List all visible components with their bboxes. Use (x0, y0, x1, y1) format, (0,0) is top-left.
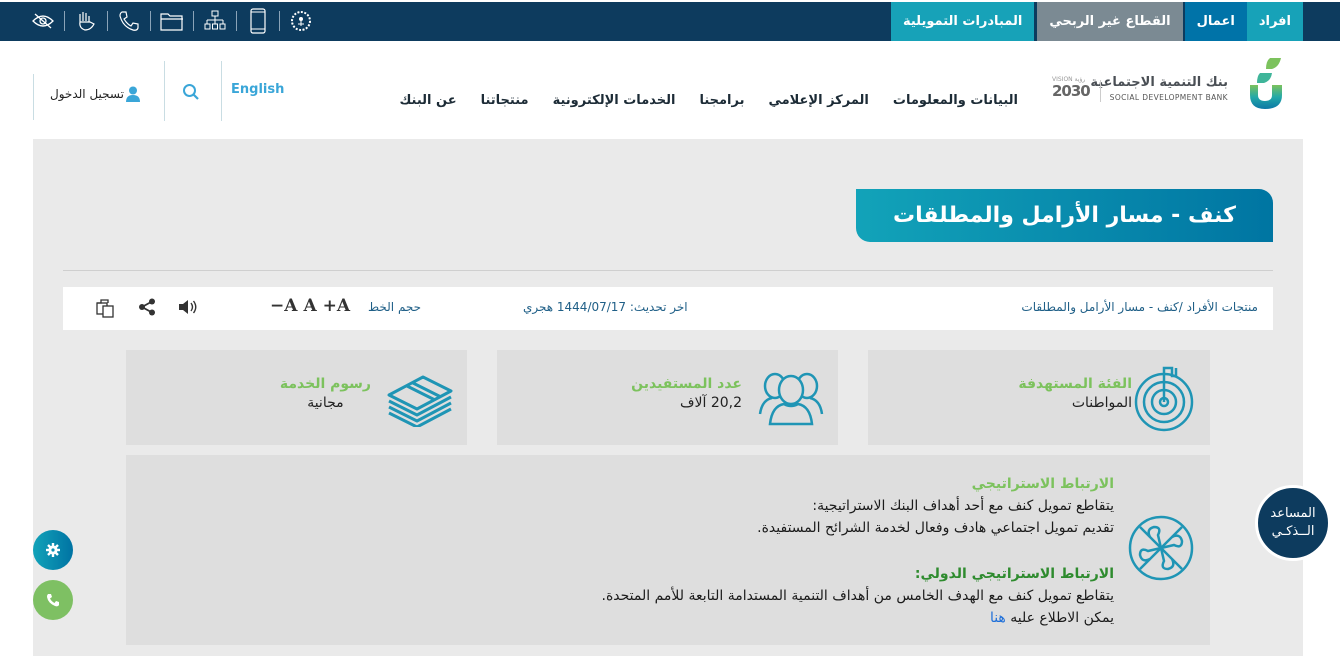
accessibility-hide-icon[interactable] (28, 6, 58, 36)
sitemap-icon[interactable] (200, 6, 230, 36)
font-normal-button[interactable]: A (303, 296, 316, 316)
assistant-label: المساعد (1270, 506, 1316, 521)
strategy-line: تقديم تمويل اجتماعي هادف وفعال لخدمة الش… (757, 520, 1114, 536)
nav-about[interactable]: عن البنك (399, 93, 456, 108)
search-icon (183, 84, 199, 100)
share-icon (139, 298, 155, 316)
font-size-label: حجم الخط (368, 300, 422, 314)
audience-tabs: افراد اعمال القطاع غير الربحي المبادرات … (890, 2, 1303, 41)
tab-business[interactable]: اعمال (1184, 2, 1247, 41)
user-icon (125, 86, 140, 102)
header-divider (33, 74, 34, 120)
card-value: المواطنات (1071, 395, 1132, 411)
settings-button[interactable] (33, 530, 73, 570)
listen-button[interactable] (178, 298, 198, 320)
info-card-beneficiaries: عدد المستفيدين 20,2 آلاف (497, 350, 838, 445)
font-size-controls: −A A +A (270, 296, 350, 316)
target-icon (1134, 366, 1194, 432)
mobile-icon[interactable] (243, 6, 273, 36)
gear-icon (46, 543, 60, 557)
smart-assistant-button[interactable]: المساعد الــذكـي (1255, 485, 1331, 561)
card-value: 20,2 آلاف (679, 395, 742, 411)
speaker-icon (179, 300, 197, 314)
header-divider (221, 61, 222, 121)
tab-individuals[interactable]: افراد (1246, 2, 1303, 41)
users-icon (758, 372, 824, 426)
nav-media-center[interactable]: المركز الإعلامي (768, 93, 868, 108)
card-text: رسوم الخدمة مجانية (280, 376, 371, 411)
divider (236, 11, 237, 31)
emblem-icon[interactable] (286, 6, 316, 36)
divider (279, 11, 280, 31)
vision-2030-logo: VISION رؤية 2030 (1052, 76, 1092, 104)
search-button[interactable] (182, 83, 200, 105)
divider (107, 11, 108, 31)
card-text: عدد المستفيدين 20,2 آلاف (631, 376, 742, 411)
strategy-line: يمكن الاطلاع عليه هنا (602, 607, 1114, 629)
strategic-alignment-section: الارتباط الاستراتيجي يتقاطع تمويل كنف مع… (126, 455, 1210, 645)
bank-name-en: SOCIAL DEVELOPMENT BANK (1109, 93, 1228, 102)
copy-icon (96, 299, 114, 318)
font-decrease-button[interactable]: −A (270, 296, 297, 316)
utility-icons (28, 4, 316, 38)
tab-financing-initiatives[interactable]: المبادرات التمويلية (890, 2, 1035, 41)
card-text: الفئة المستهدفة المواطنات (1018, 376, 1132, 411)
more-info-text: يمكن الاطلاع عليه (1010, 610, 1114, 626)
card-label: الفئة المستهدفة (1018, 376, 1132, 392)
phone-icon (47, 594, 59, 607)
logo-divider (1100, 80, 1101, 102)
vision-year: 2030 (1052, 82, 1091, 100)
divider (64, 11, 65, 31)
sign-language-icon[interactable] (71, 6, 101, 36)
nav-data-info[interactable]: البيانات والمعلومات (893, 93, 1018, 108)
font-increase-button[interactable]: +A (323, 296, 350, 316)
bank-logo-mark-icon (1250, 58, 1282, 109)
call-button[interactable] (33, 580, 73, 620)
top-bar: افراد اعمال القطاع غير الربحي المبادرات … (0, 0, 1340, 41)
page-toolbar: منتجات الأفراد /كنف - مسار الأرامل والمط… (63, 287, 1273, 330)
card-value: مجانية (307, 395, 344, 411)
phone-icon[interactable] (114, 6, 144, 36)
nav-e-services[interactable]: الخدمات الإلكترونية (553, 93, 676, 108)
bank-name-ar: بنك التنمية الاجتماعية (1090, 75, 1228, 90)
nav-products[interactable]: منتجاتنا (481, 93, 529, 108)
bank-logo[interactable]: بنك التنمية الاجتماعية SOCIAL DEVELOPMEN… (1090, 55, 1286, 115)
strategy-line: يتقاطع تمويل كنف مع الهدف الخامس من أهدا… (601, 588, 1115, 604)
card-label: رسوم الخدمة (279, 376, 371, 392)
folder-icon[interactable] (157, 6, 187, 36)
strategy-text: الارتباط الاستراتيجي يتقاطع تمويل كنف مع… (602, 473, 1115, 629)
divider (193, 11, 194, 31)
page-title-banner: كنف - مسار الأرامل والمطلقات (856, 189, 1273, 242)
info-card-target-group: الفئة المستهدفة المواطنات (868, 350, 1210, 445)
divider (150, 11, 151, 31)
info-card-service-fees: رسوم الخدمة مجانية (126, 350, 467, 445)
strategy-line: يتقاطع تمويل كنف مع أحد أهداف البنك الاس… (812, 498, 1114, 514)
title-divider (63, 270, 1273, 271)
breadcrumb[interactable]: منتجات الأفراد /كنف - مسار الأرامل والمط… (1021, 300, 1258, 314)
language-toggle[interactable]: English (231, 82, 284, 97)
international-strategy-heading: الارتباط الاستراتيجي الدولي: (914, 566, 1114, 582)
puzzle-icon (1128, 515, 1194, 581)
money-stack-icon (387, 375, 453, 427)
main-nav: عن البنك منتجاتنا الخدمات الإلكترونية بر… (399, 93, 1018, 108)
login-button[interactable]: تسجيل الدخول (50, 86, 140, 102)
assistant-label: الــذكـي (1271, 524, 1315, 539)
copy-button[interactable] (95, 298, 115, 322)
nav-programs[interactable]: برامجنا (699, 93, 744, 108)
strategy-heading: الارتباط الاستراتيجي (971, 476, 1114, 492)
card-label: عدد المستفيدين (631, 376, 742, 392)
share-button[interactable] (138, 298, 156, 320)
last-updated: اخر تحديث: 1444/07/17 هجري (523, 300, 688, 314)
page-title: كنف - مسار الأرامل والمطلقات (893, 203, 1236, 228)
here-link[interactable]: هنا (990, 610, 1006, 626)
header-divider (164, 61, 165, 121)
login-label: تسجيل الدخول (50, 87, 124, 101)
tab-nonprofit[interactable]: القطاع غير الربحي (1037, 2, 1183, 41)
